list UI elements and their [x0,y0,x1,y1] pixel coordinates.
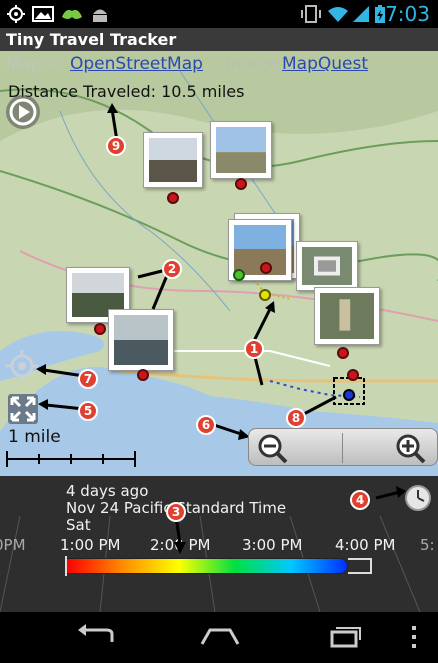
status-bar: 7:03 [0,0,438,28]
annotation-badge: 7 [78,369,98,389]
scale-bar [6,451,136,467]
recents-icon[interactable] [320,622,368,652]
back-icon[interactable] [72,622,120,652]
annotation-badge: 6 [196,415,216,435]
home-icon[interactable] [196,622,244,652]
zoom-controls [248,428,438,466]
navigation-bar [0,612,438,663]
signal-icon [353,6,369,22]
timeline-arrows [65,486,406,576]
menu-icon[interactable] [404,622,424,652]
android-icon [93,9,107,22]
scale-label: 1 mile [8,427,61,447]
zoom-out-icon[interactable] [253,432,293,464]
annotation-badge: 2 [162,259,182,279]
annotation-badge: 1 [244,339,264,359]
zoom-separator [342,433,343,463]
image-icon [32,6,54,22]
vibrate-icon [301,5,321,23]
zoom-to-fit-icon[interactable] [8,394,38,424]
annotation-badge: 8 [286,408,306,428]
status-time: 7:03 [385,2,430,26]
app-title: Tiny Travel Tracker [0,28,438,51]
annotation-badge: 4 [350,490,370,510]
clock-icon[interactable] [404,484,432,512]
annotation-badge: 5 [78,401,98,421]
my-location-icon[interactable] [4,348,40,384]
map-view[interactable]: Map © OpenStreetMap Image MapQuest Dista… [0,51,438,476]
annotation-badge: 9 [106,136,126,156]
zoom-in-icon[interactable] [391,432,431,464]
annotation-arrows [36,103,337,440]
annotation-badge: 3 [166,502,186,522]
wifi-icon [328,7,348,22]
game-icon [62,9,82,19]
timeline-panel[interactable]: 4 days ago Nov 24 Pacific Standard Time … [0,476,438,612]
gps-icon [7,5,25,23]
